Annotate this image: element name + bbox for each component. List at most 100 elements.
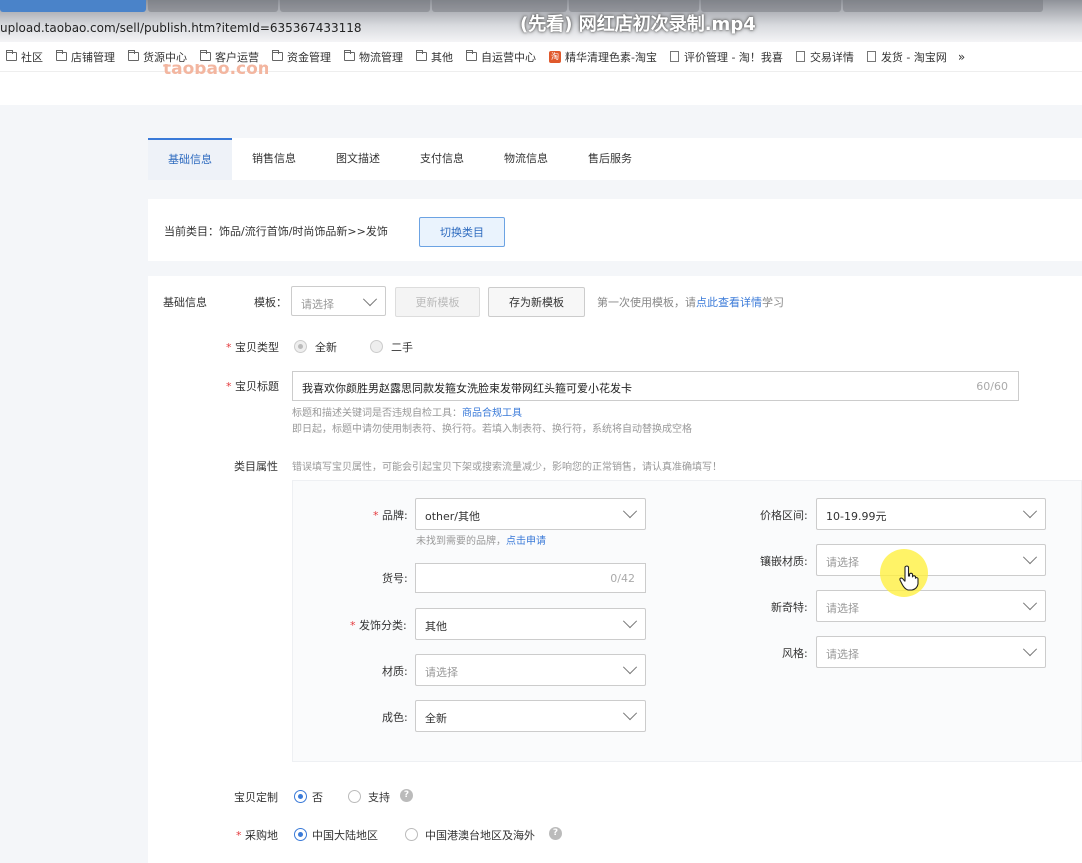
template-tip-link[interactable]: 点此查看详情 (696, 296, 762, 309)
tab-sales-info[interactable]: 销售信息 (232, 138, 316, 180)
bookmark-item[interactable]: 自运营中心 (466, 49, 536, 65)
compliance-tool-link[interactable]: 商品合规工具 (462, 408, 522, 419)
attributes-label: 类目属性 (234, 460, 278, 473)
help-icon[interactable]: ? (400, 789, 413, 802)
help-icon[interactable]: ? (549, 827, 562, 840)
left-gutter (0, 105, 147, 863)
bookmark-item[interactable]: 评价管理 - 淘！我喜 (669, 49, 783, 65)
chevron-down-icon (622, 504, 638, 519)
required-mark: * (350, 619, 359, 632)
novelty-select[interactable]: 请选择 (816, 590, 1046, 622)
tab-basic-info[interactable]: 基础信息 (148, 138, 232, 180)
hand-cursor-icon (899, 565, 919, 591)
section-tabs: 基础信息 销售信息 图文描述 支付信息 物流信息 售后服务 (148, 138, 1082, 180)
origin-mainland-radio[interactable] (294, 828, 307, 841)
brand-select[interactable]: other/其他 (415, 498, 646, 530)
condition-label: 成色: (382, 711, 408, 724)
title-hint-tabs: 即日起，标题中请勿使用制表符、换行符。若填入制表符、换行符，系统将自动替换成空格 (292, 424, 692, 435)
sku-char-count: 0/42 (610, 572, 635, 585)
required-mark: * (226, 341, 235, 354)
material-select[interactable]: 请选择 (415, 654, 646, 686)
folder-icon (128, 50, 139, 61)
accessory-type-label: * 发饰分类: (350, 619, 407, 632)
sku-label: 货号: (382, 572, 408, 585)
tab-logistics-info[interactable]: 物流信息 (484, 138, 568, 180)
style-label: 风格: (782, 647, 808, 660)
required-mark: * (226, 380, 235, 393)
chevron-down-icon (1022, 642, 1038, 657)
material-label: 材质: (382, 665, 408, 678)
folder-icon (344, 50, 355, 61)
switch-category-button[interactable]: 切换类目 (419, 217, 505, 247)
inlay-material-select[interactable]: 请选择 (816, 544, 1046, 576)
origin-overseas-label: 中国港澳台地区及海外 (425, 829, 535, 842)
chevron-down-icon (1022, 596, 1038, 611)
chevron-down-icon (622, 706, 638, 721)
tab-description[interactable]: 图文描述 (316, 138, 400, 180)
customization-no-label: 否 (312, 791, 323, 804)
customization-no-radio[interactable] (294, 790, 307, 803)
bookmark-item[interactable]: 资金管理 (272, 49, 331, 65)
item-title-label: * 宝贝标题 (226, 380, 279, 393)
customization-yes-label: 支持 (368, 791, 390, 804)
bookmark-item[interactable]: 物流管理 (344, 49, 403, 65)
browser-tab[interactable] (148, 0, 278, 12)
current-category: 当前类目：饰品/流行首饰/时尚饰品新>>发饰 (164, 225, 388, 238)
required-mark: * (373, 509, 382, 522)
page-icon (866, 51, 876, 62)
video-title-overlay: (先看) 网红店初次录制.mp4 (520, 14, 756, 35)
template-select[interactable]: 请选择 (291, 286, 386, 316)
origin-label: * 采购地 (236, 829, 278, 842)
bookmark-item[interactable]: 交易详情 (795, 49, 854, 65)
item-type-used-radio[interactable] (370, 340, 383, 353)
bookmark-item[interactable]: 淘精华清理色素-淘宝 (549, 49, 657, 65)
condition-select[interactable]: 全新 (415, 700, 646, 732)
bookmark-item[interactable]: 客户运营 (200, 49, 259, 65)
basic-info-section-label: 基础信息 (163, 296, 207, 309)
folder-icon (272, 50, 283, 61)
chevron-down-icon (1022, 550, 1038, 565)
bookmark-item[interactable]: 店铺管理 (56, 49, 115, 65)
bookmark-item[interactable]: 其他 (416, 49, 453, 65)
taobao-logo: taobao.com (163, 64, 268, 76)
accessory-type-select[interactable]: 其他 (415, 608, 646, 640)
bookmark-item[interactable]: 发货 - 淘宝网 (866, 49, 947, 65)
attributes-warning: 错误填写宝贝属性，可能会引起宝贝下架或搜索流量减少，影响您的正常销售，请认真准确… (292, 462, 722, 473)
folder-icon (56, 50, 67, 61)
chevron-down-icon (362, 292, 378, 307)
price-range-label: 价格区间: (760, 509, 808, 522)
item-type-label: * 宝贝类型 (226, 341, 279, 354)
template-tip: 第一次使用模板，请点此查看详情学习 (597, 296, 784, 309)
save-new-template-button[interactable]: 存为新模板 (488, 287, 585, 317)
novelty-label: 新奇特: (771, 601, 808, 614)
sku-input[interactable]: 0/42 (415, 563, 646, 593)
folder-icon (466, 50, 477, 61)
more-bookmarks-icon[interactable]: » (958, 50, 965, 64)
browser-tab[interactable] (280, 0, 430, 12)
category-panel: 当前类目：饰品/流行首饰/时尚饰品新>>发饰 切换类目 (148, 199, 1082, 261)
tab-after-sales[interactable]: 售后服务 (568, 138, 652, 180)
browser-tab[interactable] (0, 0, 146, 12)
template-label: 模板： (254, 296, 287, 309)
item-title-input[interactable]: 我喜欢你颜胜男赵露思同款发箍女洗脸束发带网红头箍可爱小花发卡 60/60 (292, 371, 1019, 401)
title-hint-compliance: 标题和描述关键词是否违规自检工具：商品合规工具 (292, 408, 522, 419)
folder-icon (416, 50, 427, 61)
chevron-down-icon (622, 614, 638, 629)
customization-yes-radio[interactable] (348, 790, 361, 803)
style-select[interactable]: 请选择 (816, 636, 1046, 668)
page-icon (669, 51, 679, 62)
origin-overseas-radio[interactable] (405, 828, 418, 841)
bookmark-item[interactable]: 社区 (6, 49, 43, 65)
item-type-new-label: 全新 (315, 341, 337, 354)
browser-tab[interactable] (843, 0, 1043, 12)
address-bar[interactable]: upload.taobao.com/sell/publish.htm?itemI… (0, 21, 362, 35)
bookmark-item[interactable]: 货源中心 (128, 49, 187, 65)
brand-hint: 未找到需要的品牌，点击申请 (416, 536, 546, 547)
price-range-select[interactable]: 10-19.99元 (816, 498, 1046, 530)
folder-icon (200, 50, 211, 61)
apply-brand-link[interactable]: 点击申请 (506, 536, 546, 547)
update-template-button[interactable]: 更新模板 (395, 287, 480, 317)
folder-icon (6, 50, 17, 61)
item-type-new-radio[interactable] (294, 340, 307, 353)
tab-payment-info[interactable]: 支付信息 (400, 138, 484, 180)
